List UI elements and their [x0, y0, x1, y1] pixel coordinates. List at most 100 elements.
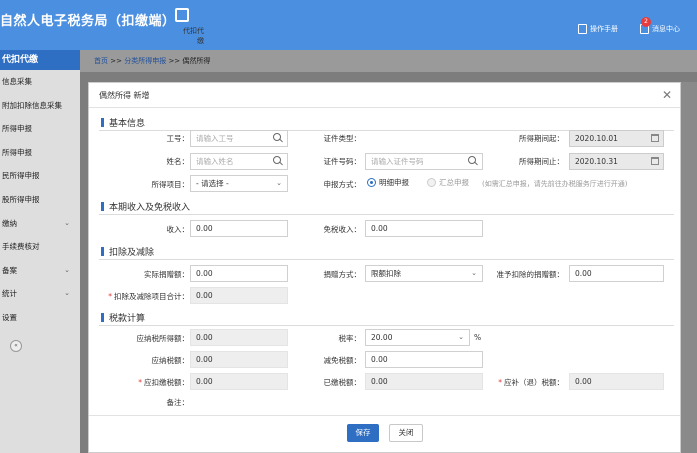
chevron-down-icon: ⌄ — [64, 265, 70, 274]
sidebar-item-label: 手续费核对 — [2, 242, 40, 252]
tax-rate-unit: % — [474, 333, 482, 342]
sidebar-item-label: 所得申报 — [2, 124, 32, 134]
required-mark: * — [498, 378, 502, 387]
sidebar-collapse-icon[interactable]: « — [10, 340, 22, 352]
section-basic: 基本信息 — [99, 116, 674, 131]
add-dialog: 偶然所得 新增 ✕ 基本信息 工号： 请输入工号 证件类型： 所得期间起： 20… — [88, 82, 681, 453]
breadcrumb-home[interactable]: 首页 — [94, 57, 108, 65]
section-title: 基本信息 — [109, 119, 146, 129]
income-item-label: 所得项目： — [151, 180, 190, 189]
deduction-total-value: 0.00 — [190, 287, 288, 304]
sidebar-item[interactable]: 所得申报 — [0, 117, 80, 141]
background-edge — [681, 82, 697, 453]
sidebar-item[interactable]: 缴纳 ⌄ — [0, 212, 80, 236]
income-label: 收入： — [166, 225, 190, 234]
search-icon[interactable] — [273, 133, 283, 143]
sidebar-item[interactable]: 所得申报 — [0, 141, 80, 165]
id-no-input[interactable]: 请输入证件号码 — [365, 153, 483, 170]
module-withholding[interactable]: 代扣代缴 — [160, 8, 204, 45]
sidebar-item[interactable]: 股所得申报 — [0, 188, 80, 212]
section-title: 税款计算 — [109, 314, 146, 324]
chevron-down-icon: ⌄ — [276, 179, 282, 187]
emp-no-input[interactable]: 请输入工号 — [190, 130, 288, 147]
radio-detail[interactable]: 明细申报 — [367, 177, 409, 188]
sidebar-item[interactable]: 设置 — [0, 306, 80, 330]
allowed-donation-input[interactable]: 0.00 — [569, 265, 664, 282]
close-button[interactable]: 关闭 — [389, 424, 423, 442]
section-income: 本期收入及免税收入 — [99, 200, 674, 215]
actual-donation-input[interactable]: 0.00 — [190, 265, 288, 282]
tax-rate-label: 税率： — [338, 334, 362, 343]
tax-payable-label: 应纳税额： — [151, 356, 190, 365]
message-count-badge: 2 — [641, 17, 651, 27]
breadcrumb-level1[interactable]: 分类所得申报 — [124, 57, 166, 65]
donation-method-label: 捐赠方式： — [323, 270, 362, 279]
name-label: 姓名： — [166, 157, 190, 166]
sidebar-title: 代扣代缴 — [0, 50, 80, 70]
section-title: 扣除及减除 — [109, 248, 155, 258]
actual-donation-label: 实际捐赠额： — [144, 270, 189, 279]
sidebar: 代扣代缴 信息采集 附加扣除信息采集 所得申报 所得申报 民所得申报 股所得申报… — [0, 50, 80, 453]
search-icon[interactable] — [468, 156, 478, 166]
sidebar-item-label: 统计 — [2, 289, 17, 299]
app-title: 自然人电子税务局（扣缴端） — [0, 14, 176, 29]
sidebar-item-label: 所得申报 — [2, 147, 32, 157]
summary-hint: (如需汇总申报，请先前往办税服务厅进行开通) — [482, 180, 628, 188]
sidebar-item[interactable]: 民所得申报 — [0, 164, 80, 188]
section-title: 本期收入及免税收入 — [109, 203, 191, 213]
tax-reduce-label: 减免税额： — [323, 356, 362, 365]
search-icon[interactable] — [273, 156, 283, 166]
period-end-input[interactable]: 2020.10.31 — [569, 153, 664, 170]
deduction-total-label: * 扣除及减除项目合计： — [108, 292, 189, 301]
save-button[interactable]: 保存 — [347, 424, 379, 442]
donation-method-select[interactable]: 限额扣除 ⌄ — [365, 265, 483, 282]
tax-withhold-value: 0.00 — [190, 373, 288, 390]
dialog-title: 偶然所得 新增 — [89, 83, 680, 108]
sidebar-item[interactable]: 附加扣除信息采集 — [0, 94, 80, 118]
sidebar-item-label: 缴纳 — [2, 218, 17, 228]
period-start-label: 所得期间起： — [519, 134, 564, 143]
chevron-down-icon: ⌄ — [471, 269, 477, 277]
breadcrumb-separator: >> — [168, 57, 181, 65]
sidebar-item[interactable]: 备案 ⌄ — [0, 259, 80, 283]
income-item-select[interactable]: - 请选择 - ⌄ — [190, 175, 288, 192]
sidebar-item-label: 备案 — [2, 265, 17, 275]
chevron-down-icon: ⌄ — [64, 218, 70, 227]
manual-link[interactable]: 操作手册 — [578, 24, 618, 34]
sidebar-item-label: 附加扣除信息采集 — [2, 100, 62, 110]
exempt-input[interactable]: 0.00 — [365, 220, 483, 237]
chevron-down-icon: ⌄ — [458, 333, 464, 341]
declare-method-label: 申报方式： — [323, 180, 362, 189]
required-mark: * — [138, 378, 142, 387]
tax-refund-value: 0.00 — [569, 373, 664, 390]
sidebar-item[interactable]: 信息采集 — [0, 70, 80, 94]
sidebar-item[interactable]: 统计 ⌄ — [0, 282, 80, 306]
message-label: 消息中心 — [652, 25, 680, 33]
calendar-icon — [651, 157, 659, 165]
module-label: 代扣代缴 — [183, 27, 204, 45]
income-input[interactable]: 0.00 — [190, 220, 288, 237]
calendar-icon — [651, 134, 659, 142]
tax-withhold-label: * 应扣缴税额： — [138, 378, 189, 387]
sidebar-item[interactable]: 手续费核对 — [0, 235, 80, 259]
radio-summary[interactable]: 汇总申报 — [427, 177, 469, 188]
radio-on-icon — [367, 178, 376, 187]
id-no-label: 证件号码： — [323, 157, 362, 166]
name-input[interactable]: 请输入姓名 — [190, 153, 288, 170]
close-icon[interactable]: ✕ — [662, 88, 672, 102]
tax-reduce-input[interactable]: 0.00 — [365, 351, 483, 368]
tax-payable-value: 0.00 — [190, 351, 288, 368]
tax-rate-select[interactable]: 20.00 ⌄ — [365, 329, 470, 346]
top-bar: 自然人电子税务局（扣缴端） 代扣代缴 操作手册 消息中心 2 — [0, 0, 697, 50]
tax-paid-label: 已缴税额： — [323, 378, 362, 387]
sidebar-item-label: 信息采集 — [2, 77, 32, 86]
tax-paid-value: 0.00 — [365, 373, 483, 390]
breadcrumb: 首页 >> 分类所得申报 >> 偶然所得 — [80, 50, 697, 72]
taxable-income-value: 0.00 — [190, 329, 288, 346]
id-type-label: 证件类型： — [323, 134, 362, 143]
manual-icon — [578, 24, 587, 34]
sidebar-item-label: 股所得申报 — [2, 194, 40, 204]
period-start-input[interactable]: 2020.10.01 — [569, 130, 664, 147]
sidebar-item-label: 设置 — [2, 312, 17, 322]
tax-refund-label: * 应补（退）税额： — [498, 378, 564, 387]
